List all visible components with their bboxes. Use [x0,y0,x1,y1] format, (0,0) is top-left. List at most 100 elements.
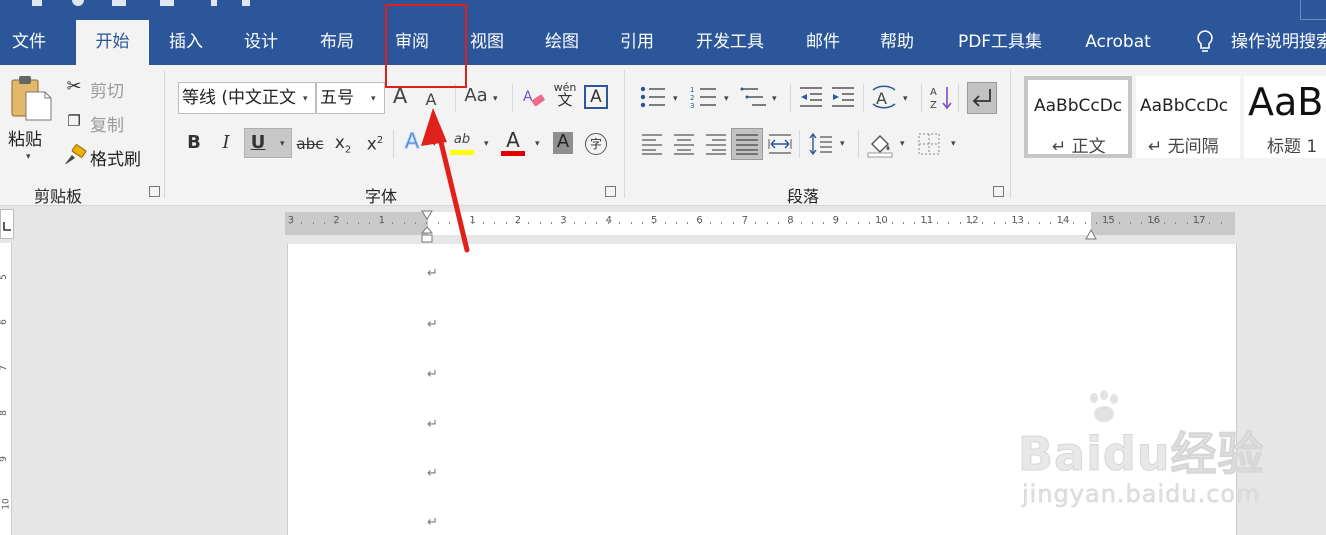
print-preview-icon[interactable] [160,0,174,6]
ruler-number: 9 [832,215,839,226]
italic-icon[interactable]: I [216,133,236,153]
numbering-dropdown-icon[interactable]: ▾ [724,94,729,104]
tab-pdf-tools[interactable]: PDF工具集 [944,20,1056,65]
multilevel-dropdown-icon[interactable]: ▾ [772,94,777,104]
increase-indent-icon[interactable] [830,84,856,110]
cut-icon[interactable]: ✂ [64,77,84,97]
justify-button[interactable] [731,128,763,160]
ruler-number: 8 [787,215,794,226]
ruler-tick [607,222,609,224]
enclose-char-icon[interactable]: 字 [585,133,607,155]
phonetic-char: 文 [557,91,573,109]
tab-home[interactable]: 开始 [76,20,149,65]
phonetic-guide-icon[interactable]: wén 文 [552,82,578,108]
ruler-tick [1073,222,1075,224]
tab-selector-icon[interactable] [0,209,14,239]
char-border-icon[interactable]: A [584,85,608,109]
paste-button[interactable]: 粘贴 [8,125,42,150]
text-effect-dropdown-icon[interactable]: ▾ [432,139,437,149]
tab-mailings[interactable]: 邮件 [793,20,853,65]
ruler-tick [846,222,848,224]
line-spacing-icon[interactable] [808,131,834,157]
tab-help[interactable]: 帮助 [867,20,927,65]
style-normal[interactable]: AaBbCcDc ↵ 正文 [1024,76,1132,158]
text-effect-icon[interactable]: A [401,130,423,152]
shrink-font-icon[interactable]: A [422,90,440,110]
sort-icon[interactable]: AZ [930,84,954,112]
ruler-number: 17 [1192,215,1206,226]
show-marks-button[interactable] [967,82,997,114]
tab-references[interactable]: 引用 [607,20,667,65]
tab-developer[interactable]: 开发工具 [684,20,776,65]
tab-insert[interactable]: 插入 [156,20,216,65]
highlight-icon[interactable]: ab [449,130,475,150]
customize-qat-icon[interactable] [242,0,250,6]
bold-icon[interactable]: B [184,133,204,153]
font-name-dropdown-icon[interactable]: ▾ [303,94,308,104]
account-area[interactable] [1300,0,1326,20]
touch-mode-icon[interactable] [211,0,217,6]
style-no-spacing[interactable]: AaBbCcDc ↵ 无间隔 [1136,76,1240,158]
underline-icon[interactable]: U [248,133,268,153]
first-line-indent-marker[interactable] [421,207,433,220]
change-case-icon[interactable]: Aa [462,86,490,106]
ruler-tick [1050,222,1052,224]
line-spacing-dropdown-icon[interactable]: ▾ [840,139,845,149]
align-left-icon[interactable] [641,132,663,156]
format-painter-icon[interactable] [63,144,87,166]
bullets-dropdown-icon[interactable]: ▾ [673,94,678,104]
tab-layout[interactable]: 布局 [307,20,367,65]
shading-icon[interactable] [866,130,894,158]
clear-format-icon[interactable]: A [522,86,546,110]
grow-font-icon[interactable]: A [390,86,410,107]
bullets-icon[interactable] [639,84,667,110]
clipboard-launcher-icon[interactable] [149,186,160,197]
superscript-icon[interactable]: x2 [364,131,386,155]
copy-icon[interactable]: ❐ [64,111,84,131]
align-right-icon[interactable] [705,132,727,156]
char-shading-icon[interactable]: A [553,132,573,154]
numbering-icon[interactable]: 123 [690,84,718,110]
svg-text:1: 1 [690,86,694,94]
font-name-input[interactable]: 等线 (中文正文 [178,82,316,114]
tell-me-search[interactable]: 操作说明搜索 [1231,20,1326,65]
paragraph-launcher-icon[interactable] [993,186,1004,197]
paste-icon[interactable] [9,74,53,122]
tab-draw[interactable]: 绘图 [532,20,592,65]
tab-file[interactable]: 文件 [0,20,58,65]
style-heading-1[interactable]: AaB 标题 1 [1244,76,1326,158]
center-icon[interactable] [673,132,695,156]
cut-button[interactable]: 剪切 [90,77,124,102]
change-case-dropdown-icon[interactable]: ▾ [493,94,498,104]
subscript-icon[interactable]: x2 [332,133,354,160]
font-color-icon[interactable]: A [502,130,524,150]
copy-button[interactable]: 复制 [90,111,124,136]
distributed-icon[interactable] [768,132,792,156]
save-icon[interactable] [32,0,42,6]
chinese-layout-dropdown-icon[interactable]: ▾ [903,94,908,104]
borders-icon[interactable] [917,132,941,156]
ruler-tick [528,222,530,224]
highlight-dropdown-icon[interactable]: ▾ [484,139,489,149]
tab-acrobat[interactable]: Acrobat [1074,20,1162,65]
shading-dropdown-icon[interactable]: ▾ [900,139,905,149]
decrease-indent-icon[interactable] [798,84,824,110]
multilevel-icon[interactable] [740,84,768,110]
hanging-indent-marker[interactable] [420,226,434,244]
underline-dropdown-icon[interactable]: ▾ [280,139,285,149]
paste-dropdown-icon[interactable]: ▾ [26,152,31,162]
chinese-layout-icon[interactable]: A [870,84,898,110]
font-launcher-icon[interactable] [605,186,616,197]
ruler-number: 16 [1147,215,1161,226]
font-color-dropdown-icon[interactable]: ▾ [535,139,540,149]
ruler-tick [778,222,780,224]
right-indent-marker[interactable] [1085,226,1097,240]
vertical-ruler[interactable] [0,243,12,535]
tab-design[interactable]: 设计 [231,20,291,65]
divider [512,84,513,112]
redo-icon[interactable] [112,0,126,6]
strikethrough-icon[interactable]: abc [296,134,324,154]
font-size-dropdown-icon[interactable]: ▾ [371,94,376,104]
format-painter-button[interactable]: 格式刷 [90,145,141,170]
borders-dropdown-icon[interactable]: ▾ [951,139,956,149]
